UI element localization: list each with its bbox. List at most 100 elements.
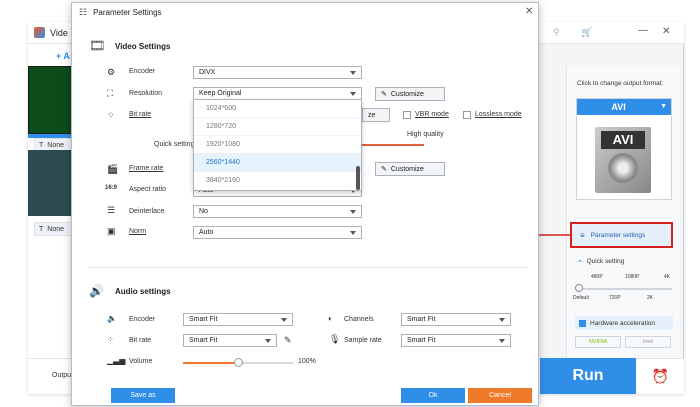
minimize-button[interactable]: — <box>638 25 648 36</box>
chevron-down-icon <box>350 209 356 214</box>
channels-label: Channels <box>344 316 374 323</box>
audio-encoder-select[interactable]: Smart Fit <box>183 313 293 326</box>
bitrate-customize-button[interactable]: ze <box>362 108 390 122</box>
deinterlace-select[interactable]: No <box>193 205 362 218</box>
dialog-titlebar: ☷ Parameter Settings <box>71 2 539 22</box>
video-thumbnail-2[interactable] <box>28 150 72 216</box>
lossless-mode-label: Lossless mode <box>475 111 522 118</box>
quality-tick-top-0: 480P <box>591 274 603 280</box>
quality-tick-top-2: 4K <box>664 274 671 280</box>
chevron-down-icon <box>499 317 505 322</box>
video-settings-icon: 🎞 <box>89 38 106 53</box>
bitrate-quality-slider[interactable] <box>362 144 424 146</box>
save-as-button[interactable]: Save as <box>111 388 175 403</box>
pencil-icon: ✎ <box>381 91 387 98</box>
resolution-dropdown-list: 1024*600 1280*720 1920*1080 2560*1440 38… <box>193 99 362 191</box>
audio-settings-title: Audio settings <box>115 287 171 296</box>
volume-value: 100% <box>298 358 316 365</box>
resolution-option-selected[interactable]: 2560*1440 <box>194 154 361 172</box>
video-settings-title: Video Settings <box>115 42 171 51</box>
vbr-mode-checkbox[interactable] <box>403 111 411 119</box>
section-divider <box>89 267 527 268</box>
vbr-mode-label: VBR mode <box>415 111 449 118</box>
volume-icon: ▁▃▅ <box>107 356 126 365</box>
subtitle-select-2[interactable]: T None <box>34 222 72 236</box>
app-title: Vide <box>50 28 68 38</box>
dropdown-scrollbar[interactable] <box>356 166 360 190</box>
resolution-icon: ⛶ <box>107 88 114 98</box>
run-button[interactable]: Run <box>540 358 636 394</box>
text-icon: T <box>39 141 44 149</box>
quality-tick-bottom-0: Default <box>573 295 589 301</box>
channels-icon: ◐ <box>328 314 333 323</box>
audio-settings-icon: 🔊 <box>89 284 104 298</box>
deinterlace-icon: ☰ <box>107 205 116 215</box>
quality-slider-track[interactable] <box>577 288 672 290</box>
output-format-box[interactable]: AVI ▼ AVI <box>576 98 672 200</box>
audio-bitrate-label: Bit rate <box>129 337 152 344</box>
chip-icon <box>579 319 586 327</box>
video-encoder-select[interactable]: DIVX <box>193 66 362 79</box>
resolution-option[interactable]: 3840*2160 <box>194 172 361 190</box>
chevron-down-icon <box>350 70 356 75</box>
resolution-option[interactable]: 1024*600 <box>194 100 361 118</box>
audio-bitrate-select[interactable]: Smart Fit <box>183 334 277 347</box>
resolution-option[interactable]: 1280*720 <box>194 118 361 136</box>
output-format-panel: Click to change output format: AVI ▼ AVI … <box>566 66 680 358</box>
frame-rate-label: Frame rate <box>129 165 164 172</box>
dialog-title: Parameter Settings <box>93 7 162 17</box>
quality-tick-bottom-2: 2K <box>647 295 654 301</box>
chevron-down-icon <box>265 338 271 343</box>
parameter-settings-button[interactable]: ≡ Parameter settings <box>570 222 673 248</box>
quality-tick-top-1: 1080P <box>625 274 640 280</box>
chevron-down-icon <box>350 230 356 235</box>
run-label: Run <box>572 367 604 384</box>
frame-rate-customize-button[interactable]: ✎ Customize <box>375 162 445 176</box>
lossless-mode-checkbox[interactable] <box>463 111 471 119</box>
close-app-button[interactable]: ✕ <box>662 26 670 37</box>
audio-bitrate-edit-icon[interactable]: ✎ <box>284 335 292 346</box>
intel-option[interactable]: Intel <box>625 336 671 348</box>
quick-setting-label: Quick setting <box>154 141 195 148</box>
video-encoder-label: Encoder <box>129 68 156 75</box>
cancel-button[interactable]: Cancel <box>468 388 532 403</box>
chevron-down-icon <box>499 338 505 343</box>
sample-rate-select[interactable]: Smart Fit <box>401 334 511 347</box>
sliders-icon: ≡ <box>580 230 585 240</box>
aspect-ratio-icon: 16:9 <box>105 185 118 191</box>
channels-select[interactable]: Smart Fit <box>401 313 511 326</box>
volume-label: Volume <box>129 358 153 365</box>
norm-select[interactable]: Auto <box>193 226 362 239</box>
chevron-down-icon <box>350 91 356 96</box>
dialog-close-icon[interactable]: ✕ <box>525 6 533 17</box>
deinterlace-label: Deinterlace <box>129 208 165 215</box>
add-files-button[interactable]: + A <box>56 51 70 61</box>
microphone-icon: 🎙 <box>329 334 341 344</box>
resolution-option[interactable]: 1920*1080 <box>194 136 361 154</box>
text-icon: T <box>39 225 44 233</box>
sample-rate-label: Sample rate <box>344 337 382 344</box>
key-icon[interactable]: ⚲ <box>553 27 560 38</box>
resolution-label: Resolution <box>129 90 163 97</box>
norm-label: Norm <box>129 228 147 235</box>
dropdown-triangle-icon: ▼ <box>660 103 667 110</box>
encoder-icon: ⚙ <box>107 67 116 77</box>
slider-icon: -•- <box>577 258 584 265</box>
settings-sliders-icon: ☷ <box>79 6 88 17</box>
quality-slider-thumb[interactable] <box>575 284 583 292</box>
change-format-text: Click to change output format: <box>577 80 664 87</box>
parameter-settings-label: Parameter settings <box>590 231 646 239</box>
nvidia-option[interactable]: NVIDIA <box>575 336 621 348</box>
app-logo-icon <box>34 27 45 38</box>
format-name: AVI ▼ <box>577 99 671 115</box>
cart-icon[interactable]: 🛒 <box>581 27 592 38</box>
video-thumbnail-1[interactable] <box>28 66 72 134</box>
hardware-acceleration-toggle[interactable]: Hardware acceleration <box>575 316 673 330</box>
resolution-customize-button[interactable]: ✎ Customize <box>375 87 445 101</box>
quick-setting-label: -•- Quick setting <box>577 258 625 265</box>
volume-slider-thumb[interactable] <box>234 358 243 367</box>
ok-button[interactable]: Ok <box>401 388 465 403</box>
output-folder-label: Outpu <box>52 372 72 379</box>
quality-tick-bottom-1: 720P <box>609 295 621 301</box>
alarm-clock-icon[interactable]: ⏰ <box>637 358 684 394</box>
